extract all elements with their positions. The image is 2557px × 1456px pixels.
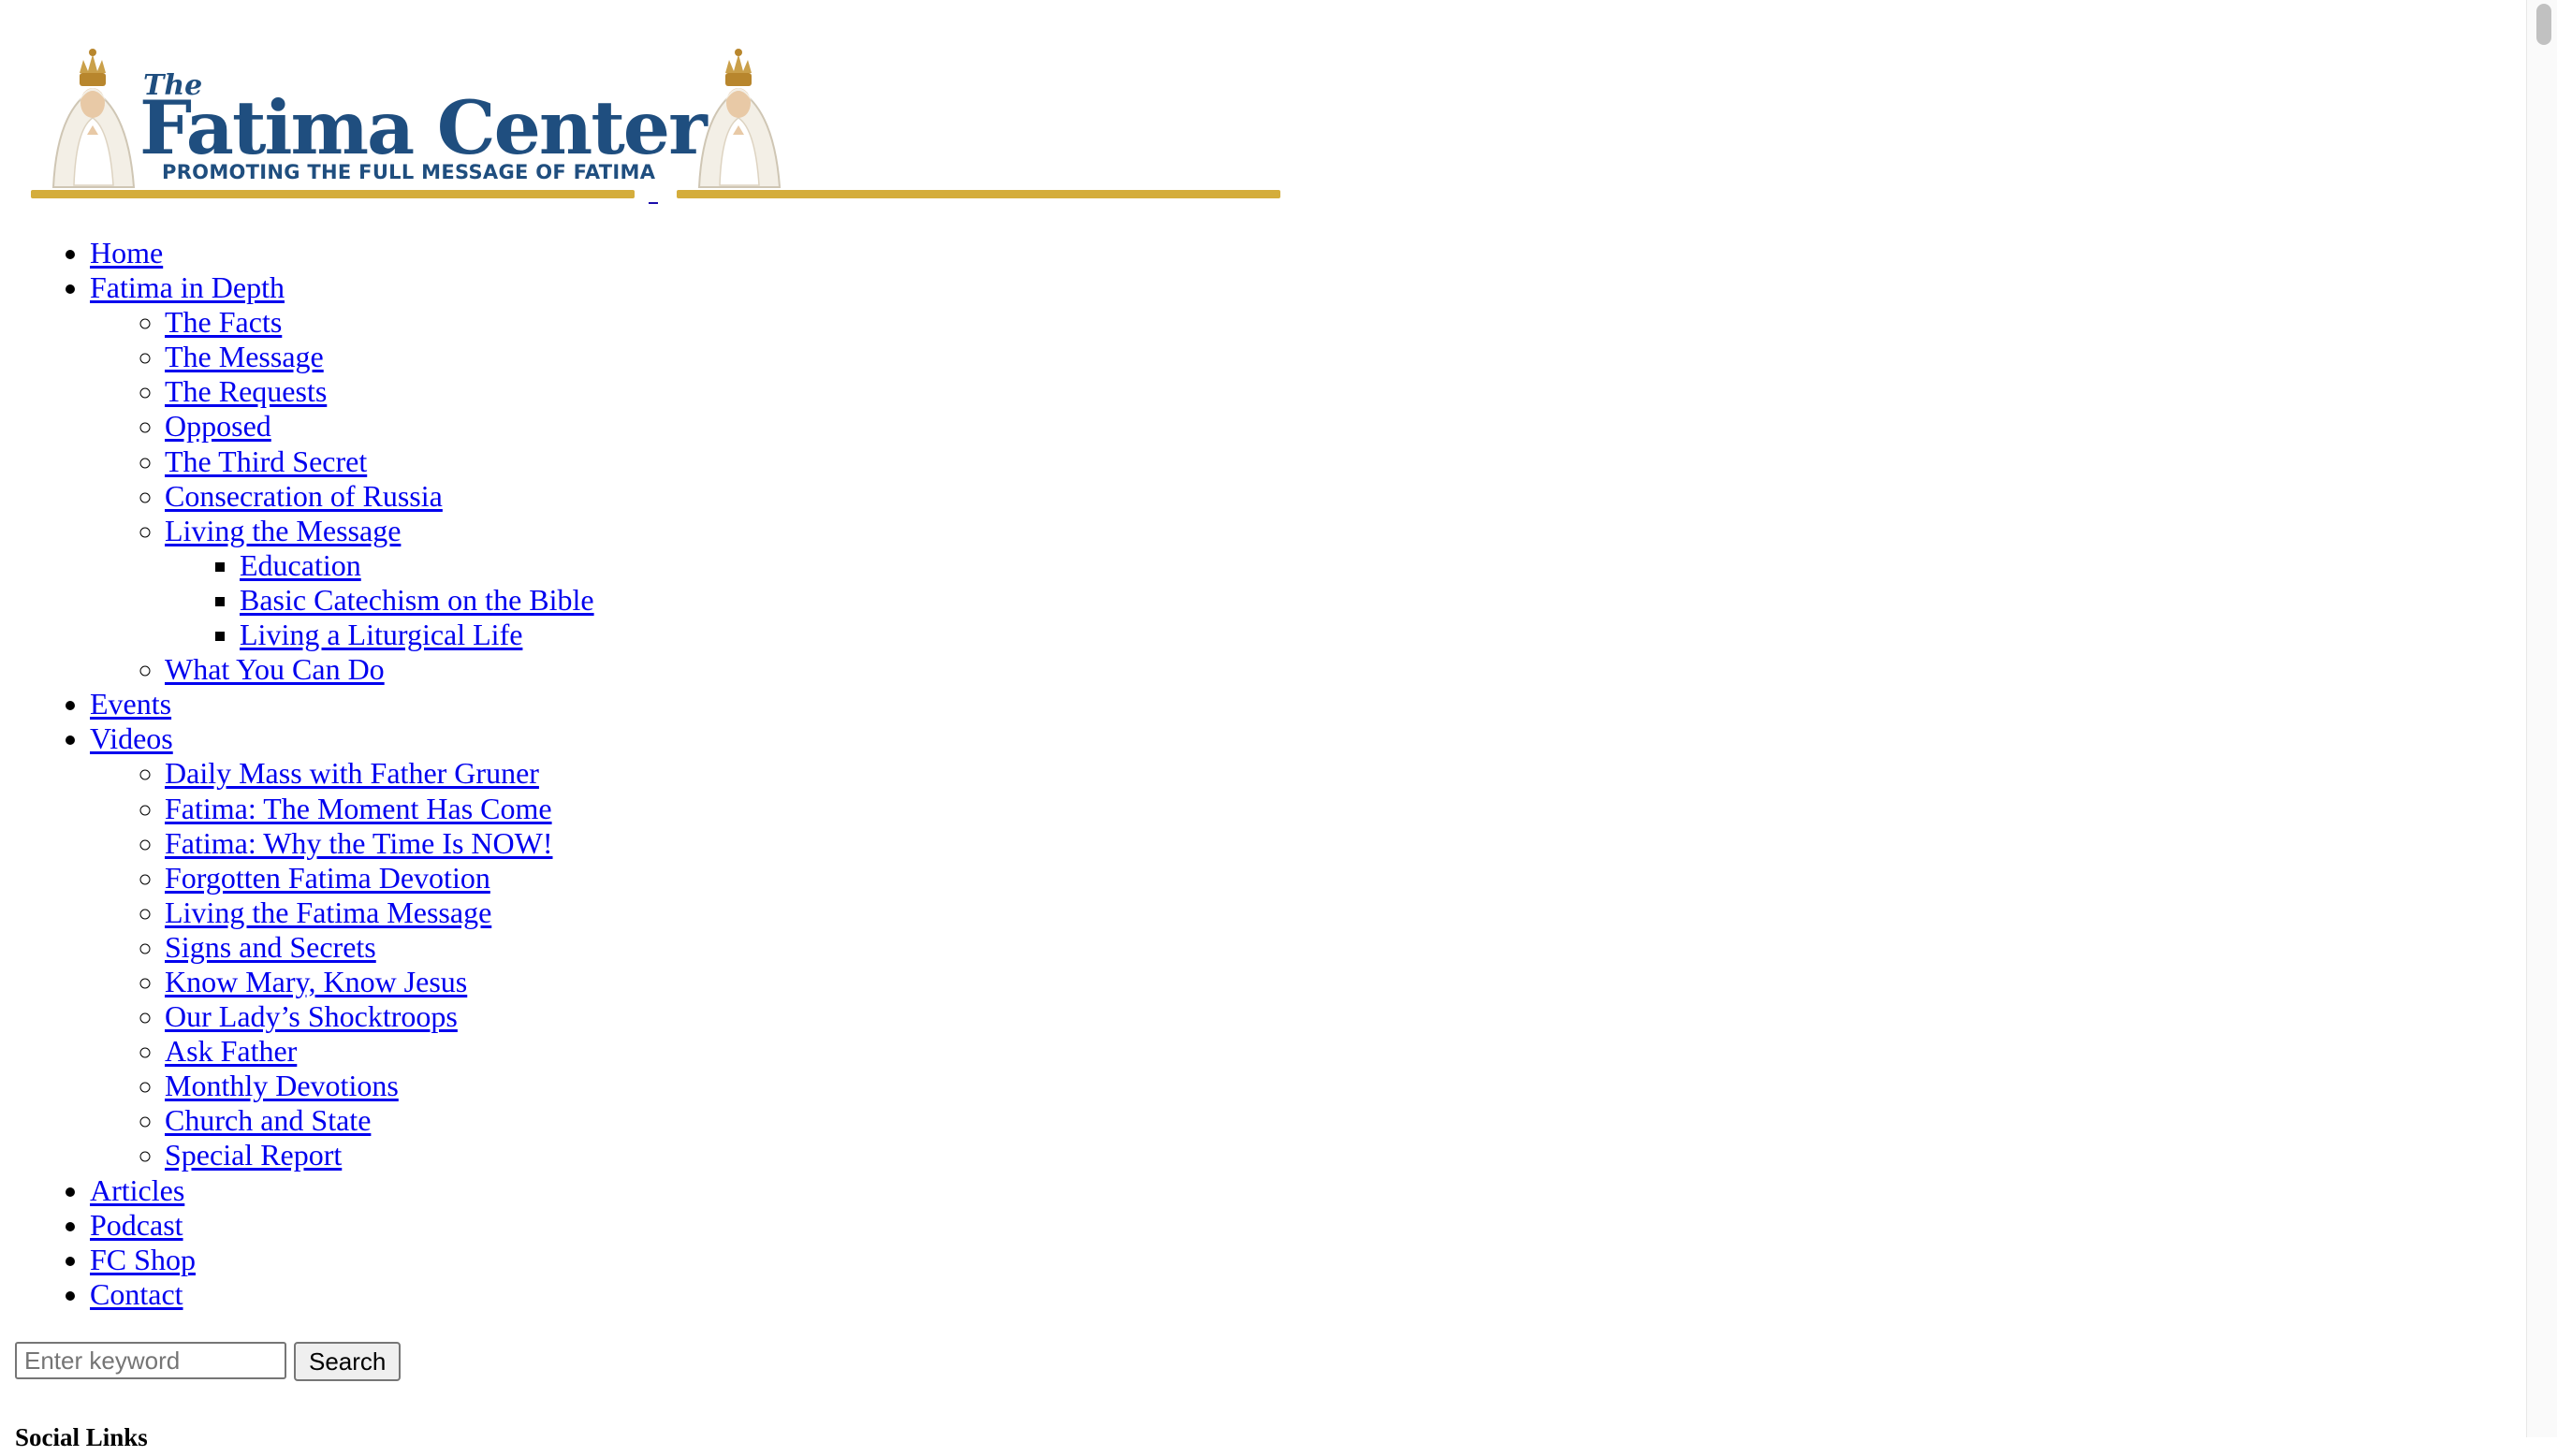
nav-link-podcast[interactable]: Podcast	[90, 1208, 183, 1242]
nav-link-daily-mass[interactable]: Daily Mass with Father Gruner	[165, 756, 539, 790]
submenu-item: What You Can Do	[165, 652, 594, 687]
submenu-item: Daily Mass with Father Gruner	[165, 756, 594, 791]
submenu-item: Education	[240, 548, 594, 583]
nav-link-living-the-message[interactable]: Living the Message	[165, 514, 401, 547]
nav-link-know-mary[interactable]: Know Mary, Know Jesus	[165, 965, 467, 998]
submenu-item: The Third Secret	[165, 444, 594, 479]
nav-link-home[interactable]: Home	[90, 236, 163, 269]
submenu-item: The Requests	[165, 374, 594, 409]
nav-link-moment-has-come[interactable]: Fatima: The Moment Has Come	[165, 792, 552, 825]
logo-gold-rule	[31, 190, 635, 198]
nav-item-fatima-in-depth: Fatima in Depth The Facts The Message Th…	[90, 270, 594, 687]
nav-link-the-message[interactable]: The Message	[165, 340, 324, 373]
nav-link-church-and-state[interactable]: Church and State	[165, 1103, 371, 1137]
nav-item-events: Events	[90, 687, 594, 721]
vertical-scrollbar[interactable]	[2526, 0, 2557, 1437]
submenu-item: Fatima: The Moment Has Come	[165, 792, 594, 826]
nav-item-home: Home	[90, 236, 594, 270]
submenu-item: Know Mary, Know Jesus	[165, 965, 594, 999]
nav-link-liturgical-life[interactable]: Living a Liturgical Life	[240, 618, 522, 651]
submenu-item: Special Report	[165, 1138, 594, 1172]
submenu-item: Signs and Secrets	[165, 930, 594, 965]
nav-link-what-you-can-do[interactable]: What You Can Do	[165, 652, 385, 686]
nav-link-fatima-in-depth[interactable]: Fatima in Depth	[90, 270, 285, 304]
submenu-item: Basic Catechism on the Bible	[240, 583, 594, 618]
nav-link-consecration[interactable]: Consecration of Russia	[165, 479, 443, 513]
submenu-item: Ask Father	[165, 1034, 594, 1069]
submenu-item: Monthly Devotions	[165, 1069, 594, 1103]
nav-item-podcast: Podcast	[90, 1208, 594, 1243]
madonna-statue-icon	[51, 49, 136, 188]
logo-tagline-text: PROMOTING THE FULL MESSAGE OF FATIMA	[162, 161, 656, 183]
nav-link-videos[interactable]: Videos	[90, 721, 173, 755]
nav-link-events[interactable]: Events	[90, 687, 171, 721]
submenu-item: Our Lady’s Shocktroops	[165, 999, 594, 1034]
submenu-item: Fatima: Why the Time Is NOW!	[165, 826, 594, 861]
nav-item-articles: Articles	[90, 1173, 594, 1208]
submenu-item: Living a Liturgical Life	[240, 618, 594, 652]
submenu-item: Forgotten Fatima Devotion	[165, 861, 594, 895]
submenu-item: Living the Fatima Message	[165, 895, 594, 930]
nav-link-third-secret[interactable]: The Third Secret	[165, 444, 367, 478]
submenu-videos: Daily Mass with Father Gruner Fatima: Th…	[90, 756, 594, 1172]
submenu-item: Church and State	[165, 1103, 594, 1138]
site-logo-link-secondary[interactable]	[677, 45, 1280, 202]
site-logo-link[interactable]: The Fatima Center PROMOTING THE FULL MES…	[31, 45, 708, 202]
logo-gold-rule	[677, 190, 1280, 198]
nav-link-shocktroops[interactable]: Our Lady’s Shocktroops	[165, 999, 458, 1033]
search-input[interactable]	[15, 1342, 286, 1379]
nav-link-opposed[interactable]: Opposed	[165, 409, 271, 443]
nav-link-the-facts[interactable]: The Facts	[165, 305, 282, 339]
scrollbar-thumb[interactable]	[2536, 4, 2551, 45]
nav-item-videos: Videos Daily Mass with Father Gruner Fat…	[90, 721, 594, 1172]
submenu-item: Living the Message Education Basic Catec…	[165, 514, 594, 652]
link-underline-fragment	[649, 202, 658, 204]
nav-link-the-requests[interactable]: The Requests	[165, 374, 327, 408]
nav-link-special-report[interactable]: Special Report	[165, 1138, 342, 1172]
social-links-heading: Social Links	[15, 1423, 148, 1451]
madonna-statue-icon	[697, 49, 782, 188]
submenu-living-the-message: Education Basic Catechism on the Bible L…	[165, 548, 594, 652]
nav-link-fc-shop[interactable]: FC Shop	[90, 1243, 196, 1276]
nav-link-catechism[interactable]: Basic Catechism on the Bible	[240, 583, 594, 617]
submenu-item: Consecration of Russia	[165, 479, 594, 514]
nav-link-education[interactable]: Education	[240, 548, 361, 582]
main-navigation: Home Fatima in Depth The Facts The Messa…	[0, 236, 594, 1312]
nav-link-living-fatima-message[interactable]: Living the Fatima Message	[165, 895, 491, 929]
logo-name-text: Fatima Center	[139, 84, 708, 171]
nav-link-why-now[interactable]: Fatima: Why the Time Is NOW!	[165, 826, 553, 860]
submenu-item: Opposed	[165, 409, 594, 444]
submenu-item: The Message	[165, 340, 594, 374]
search-button[interactable]: Search	[294, 1342, 402, 1381]
submenu-item: The Facts	[165, 305, 594, 340]
nav-link-articles[interactable]: Articles	[90, 1173, 184, 1207]
nav-item-contact: Contact	[90, 1277, 594, 1312]
search-form: Search	[15, 1342, 402, 1381]
nav-link-signs-and-secrets[interactable]: Signs and Secrets	[165, 930, 376, 964]
nav-link-monthly-devotions[interactable]: Monthly Devotions	[165, 1069, 399, 1102]
nav-link-contact[interactable]: Contact	[90, 1277, 183, 1311]
nav-link-ask-father[interactable]: Ask Father	[165, 1034, 297, 1068]
submenu-fatima-in-depth: The Facts The Message The Requests Oppos…	[90, 305, 594, 687]
nav-item-fc-shop: FC Shop	[90, 1243, 594, 1277]
page: The Fatima Center PROMOTING THE FULL MES…	[0, 0, 2527, 1451]
nav-link-forgotten-devotion[interactable]: Forgotten Fatima Devotion	[165, 861, 490, 895]
